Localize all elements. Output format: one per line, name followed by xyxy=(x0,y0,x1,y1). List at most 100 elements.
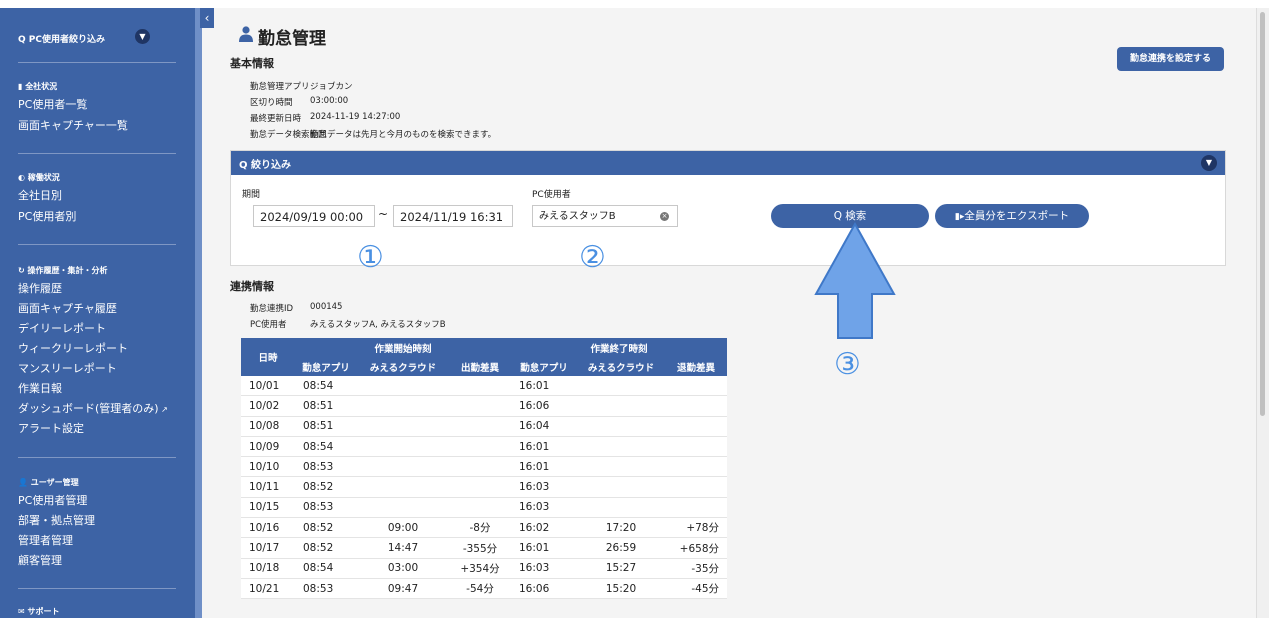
table-cell: 10/10 xyxy=(241,456,295,478)
sidebar-section-operation: ◐ 稼働状況 xyxy=(18,173,60,182)
table-cell: -54分 xyxy=(449,578,511,600)
table-cell xyxy=(357,476,449,498)
date-from-input[interactable]: 2024/09/19 00:00 xyxy=(253,205,375,227)
sidebar-item-admin-manage[interactable]: 管理者管理 xyxy=(18,532,73,548)
table-cell: +658分 xyxy=(665,537,727,559)
basic-info-title: 基本情報 xyxy=(230,57,274,70)
sidebar-section-history: ↻ 操作履歴・集計・分析 xyxy=(18,266,108,275)
table-cell: 16:03 xyxy=(511,476,577,498)
table-cell: +78分 xyxy=(665,517,727,539)
annotation-2: ② xyxy=(579,240,606,275)
table-cell: 09:47 xyxy=(357,578,449,600)
link-user-value: みえるスタッフA, みえるスタッフB xyxy=(310,320,446,330)
table-cell xyxy=(665,456,727,478)
sidebar-item-work-report[interactable]: 作業日報 xyxy=(18,380,62,396)
link-user-label: PC使用者 xyxy=(250,320,287,330)
table-cell: 10/15 xyxy=(241,497,295,519)
table-row: 10/16 08:52 09:00 -8分 16:02 17:20 +78分 xyxy=(241,517,727,539)
table-row: 10/01 08:54 16:01 xyxy=(241,376,727,397)
table-cell: 08:54 xyxy=(295,436,357,458)
sidebar-filter-label[interactable]: Q PC使用者絞り込み xyxy=(18,32,105,45)
page-scrollbar-thumb[interactable] xyxy=(1260,12,1265,416)
table-cell xyxy=(357,497,449,519)
sidebar-scrollbar[interactable] xyxy=(195,8,202,618)
table-cell: 16:01 xyxy=(511,436,577,458)
sidebar-item-user-manage[interactable]: PC使用者管理 xyxy=(18,492,87,508)
table-cell xyxy=(357,395,449,417)
table-cell xyxy=(449,497,511,519)
sidebar-item-capture-history[interactable]: 画面キャプチャ履歴 xyxy=(18,300,117,316)
filter-header[interactable]: Q 絞り込み ▼ xyxy=(231,151,1225,175)
range-separator: ~ xyxy=(378,207,389,221)
table-cell: 09:00 xyxy=(357,517,449,539)
link-id-label: 勤怠連携ID xyxy=(250,304,294,314)
info-value: 03:00:00 xyxy=(310,96,349,106)
table-cell: 03:00 xyxy=(357,558,449,579)
sidebar: Q PC使用者絞り込み ▼ ▮ 全社状況 PC使用者一覧 画面キャプチャー一覧 … xyxy=(0,8,195,618)
export-all-button[interactable]: ▮▸全員分をエクスポート xyxy=(935,204,1089,228)
table-cell: 10/21 xyxy=(241,578,295,600)
table-cell xyxy=(449,416,511,437)
attendance-link-setting-button[interactable]: 勤怠連携を設定する xyxy=(1117,47,1224,71)
col-header: 勤怠アプリ xyxy=(511,357,577,376)
chevron-down-icon[interactable]: ▼ xyxy=(1201,155,1217,171)
table-cell: 10/17 xyxy=(241,537,295,559)
chevron-left-icon: ‹ xyxy=(204,11,210,25)
sidebar-item-by-user[interactable]: PC使用者別 xyxy=(18,208,76,224)
table-cell xyxy=(577,436,665,458)
col-header: 出勤差異 xyxy=(449,357,511,376)
info-value: 2024-11-19 14:27:00 xyxy=(310,112,401,122)
table-cell xyxy=(665,476,727,498)
link-id-value: 000145 xyxy=(310,302,343,312)
date-to-input[interactable]: 2024/11/19 16:31 xyxy=(393,205,513,227)
period-label: 期間 xyxy=(242,190,261,200)
sidebar-item-dashboard[interactable]: ダッシュボード(管理者のみ) ↗ xyxy=(18,400,168,416)
sidebar-item-client-manage[interactable]: 顧客管理 xyxy=(18,552,62,568)
filter-title: Q 絞り込み xyxy=(239,160,291,171)
divider xyxy=(18,457,176,458)
info-label: 区切り時間 xyxy=(250,98,293,108)
table-cell: 08:53 xyxy=(295,497,357,519)
table-cell: 08:53 xyxy=(295,456,357,478)
sidebar-item-op-history[interactable]: 操作履歴 xyxy=(18,280,62,296)
sidebar-section-support[interactable]: ✉ サポート xyxy=(18,606,60,617)
table-cell xyxy=(357,376,449,397)
table-row: 10/02 08:51 16:06 xyxy=(241,395,727,417)
sidebar-item-alert[interactable]: アラート設定 xyxy=(18,420,84,436)
table-cell xyxy=(577,416,665,437)
col-header-date: 日時 xyxy=(241,338,295,376)
table-row: 10/15 08:53 16:03 xyxy=(241,497,727,519)
top-strip xyxy=(0,0,1269,8)
table-cell: 16:01 xyxy=(511,456,577,478)
sidebar-item-company-daily[interactable]: 全社日別 xyxy=(18,187,62,203)
table-cell xyxy=(577,376,665,397)
table-cell: 08:54 xyxy=(295,376,357,397)
collapse-sidebar-button[interactable]: ‹ xyxy=(200,8,214,28)
table-cell: 16:01 xyxy=(511,537,577,559)
col-group-start: 作業開始時刻 xyxy=(295,338,511,357)
annotation-3: ③ xyxy=(834,347,861,382)
table-cell xyxy=(665,416,727,437)
divider xyxy=(18,62,176,63)
sidebar-item-dept-manage[interactable]: 部署・拠点管理 xyxy=(18,512,95,528)
table-cell: 10/01 xyxy=(241,376,295,397)
sidebar-item-weekly-report[interactable]: ウィークリーレポート xyxy=(18,340,128,356)
sidebar-item-daily-report[interactable]: デイリーレポート xyxy=(18,320,106,336)
person-icon xyxy=(239,26,253,42)
sidebar-section-users: 👤 ユーザー管理 xyxy=(18,478,79,487)
chevron-down-icon[interactable]: ▼ xyxy=(135,29,150,44)
table-cell: 10/09 xyxy=(241,436,295,458)
sidebar-item-captures[interactable]: 画面キャプチャー一覧 xyxy=(18,117,128,133)
table-cell: 16:02 xyxy=(511,517,577,539)
external-link-icon: ↗ xyxy=(158,405,168,414)
table-cell xyxy=(449,376,511,397)
table-cell: 16:04 xyxy=(511,416,577,437)
col-header: みえるクラウド xyxy=(357,357,449,376)
table-row: 10/21 08:53 09:47 -54分 16:06 15:20 -45分 xyxy=(241,578,727,600)
table-cell xyxy=(665,395,727,417)
table-cell xyxy=(357,456,449,478)
sidebar-item-pc-users[interactable]: PC使用者一覧 xyxy=(18,96,87,112)
pc-user-select[interactable]: みえるスタッフB × xyxy=(532,205,678,227)
sidebar-item-monthly-report[interactable]: マンスリーレポート xyxy=(18,360,117,376)
clear-icon[interactable]: × xyxy=(660,212,669,221)
